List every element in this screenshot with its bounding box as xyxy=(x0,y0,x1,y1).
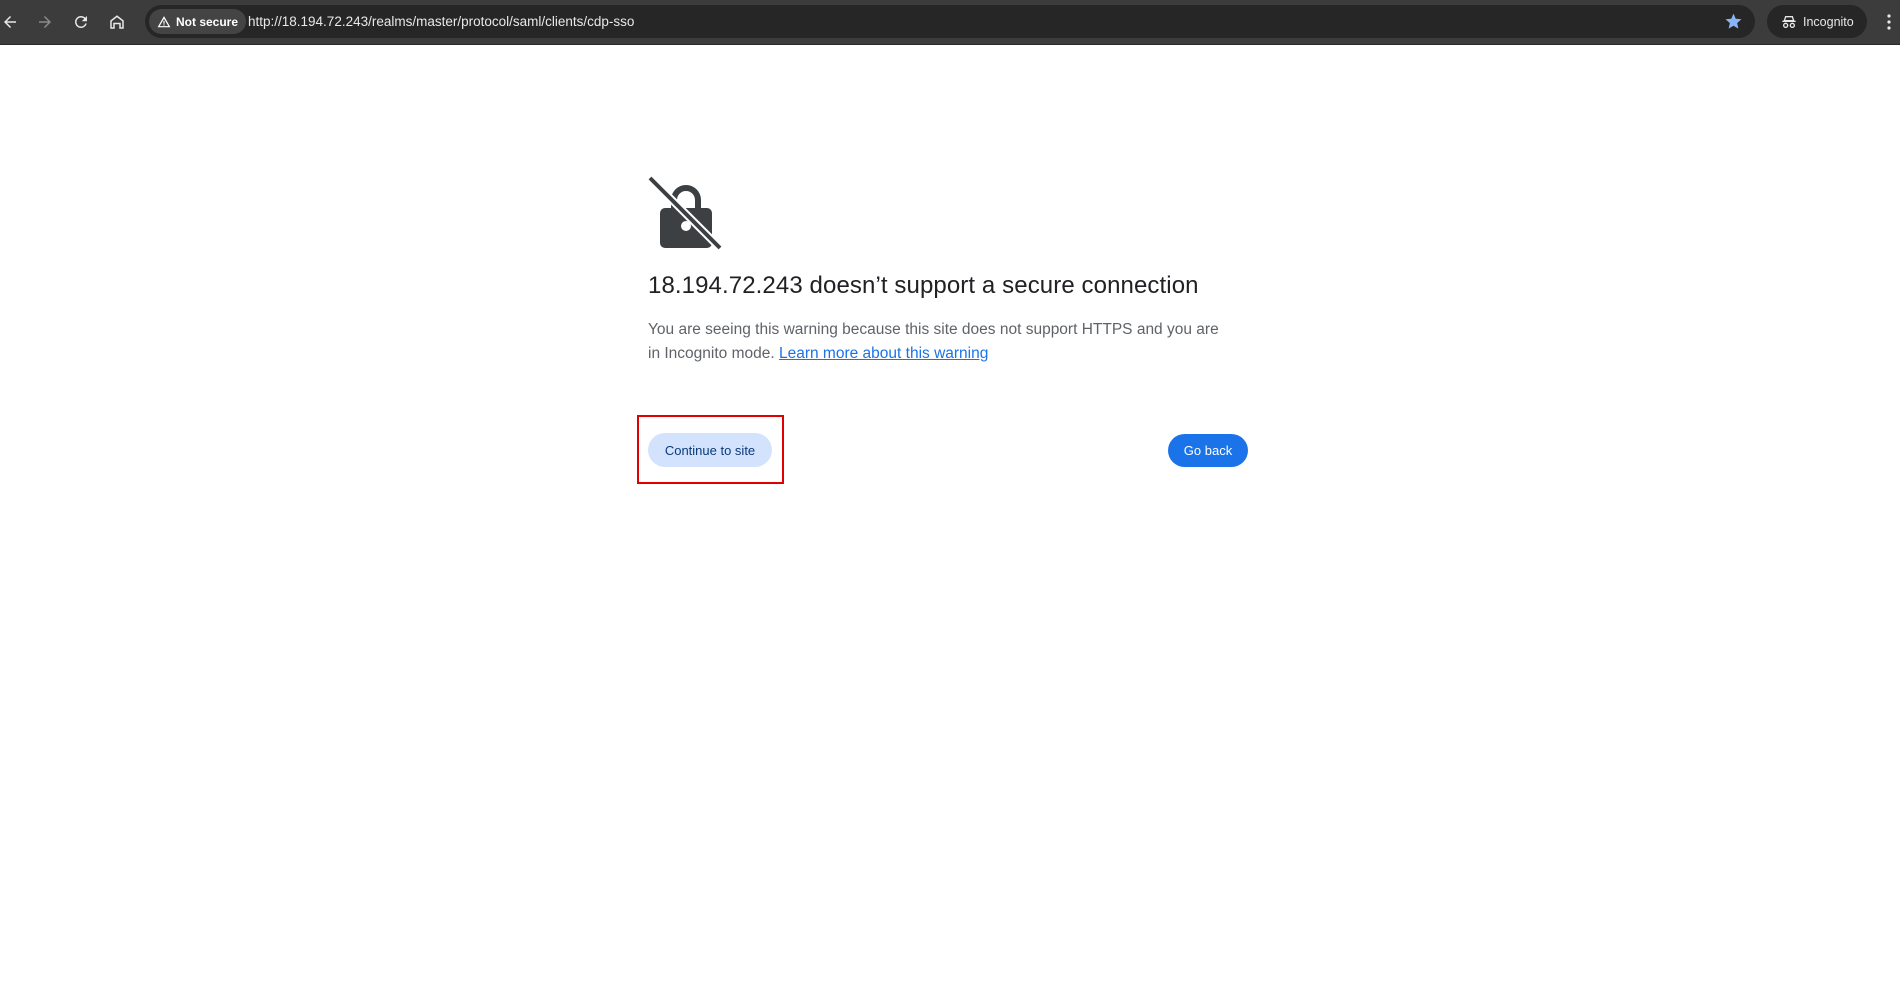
url-text[interactable]: http://18.194.72.243/realms/master/proto… xyxy=(248,5,634,38)
home-button[interactable] xyxy=(101,6,133,38)
warning-description: You are seeing this warning because this… xyxy=(648,318,1228,366)
continue-to-site-button[interactable]: Continue to site xyxy=(648,433,772,467)
incognito-icon xyxy=(1782,15,1796,28)
interstitial-content: 18.194.72.243 doesn’t support a secure c… xyxy=(648,176,1248,366)
reload-button[interactable] xyxy=(65,6,97,38)
more-menu-button[interactable] xyxy=(1880,6,1898,38)
home-icon xyxy=(110,15,124,29)
back-button[interactable] xyxy=(0,6,26,38)
more-menu-icon xyxy=(1887,14,1891,30)
warning-triangle-icon xyxy=(157,15,171,27)
forward-arrow-icon xyxy=(39,16,51,28)
forward-button[interactable] xyxy=(29,6,61,38)
go-back-button[interactable]: Go back xyxy=(1168,434,1248,467)
reload-icon xyxy=(74,15,87,28)
browser-toolbar: Not secure http://18.194.72.243/realms/m… xyxy=(0,0,1900,45)
star-icon[interactable] xyxy=(1724,12,1743,31)
incognito-indicator[interactable]: Incognito xyxy=(1767,5,1867,38)
learn-more-link[interactable]: Learn more about this warning xyxy=(779,345,988,362)
page-title: 18.194.72.243 doesn’t support a secure c… xyxy=(648,272,1199,299)
security-label: Not secure xyxy=(176,14,239,29)
back-arrow-icon xyxy=(4,16,16,28)
address-bar[interactable]: Not secure http://18.194.72.243/realms/m… xyxy=(145,5,1755,38)
lock-crossed-icon xyxy=(648,176,723,251)
incognito-label: Incognito xyxy=(1803,14,1854,29)
security-indicator[interactable]: Not secure xyxy=(149,9,247,34)
